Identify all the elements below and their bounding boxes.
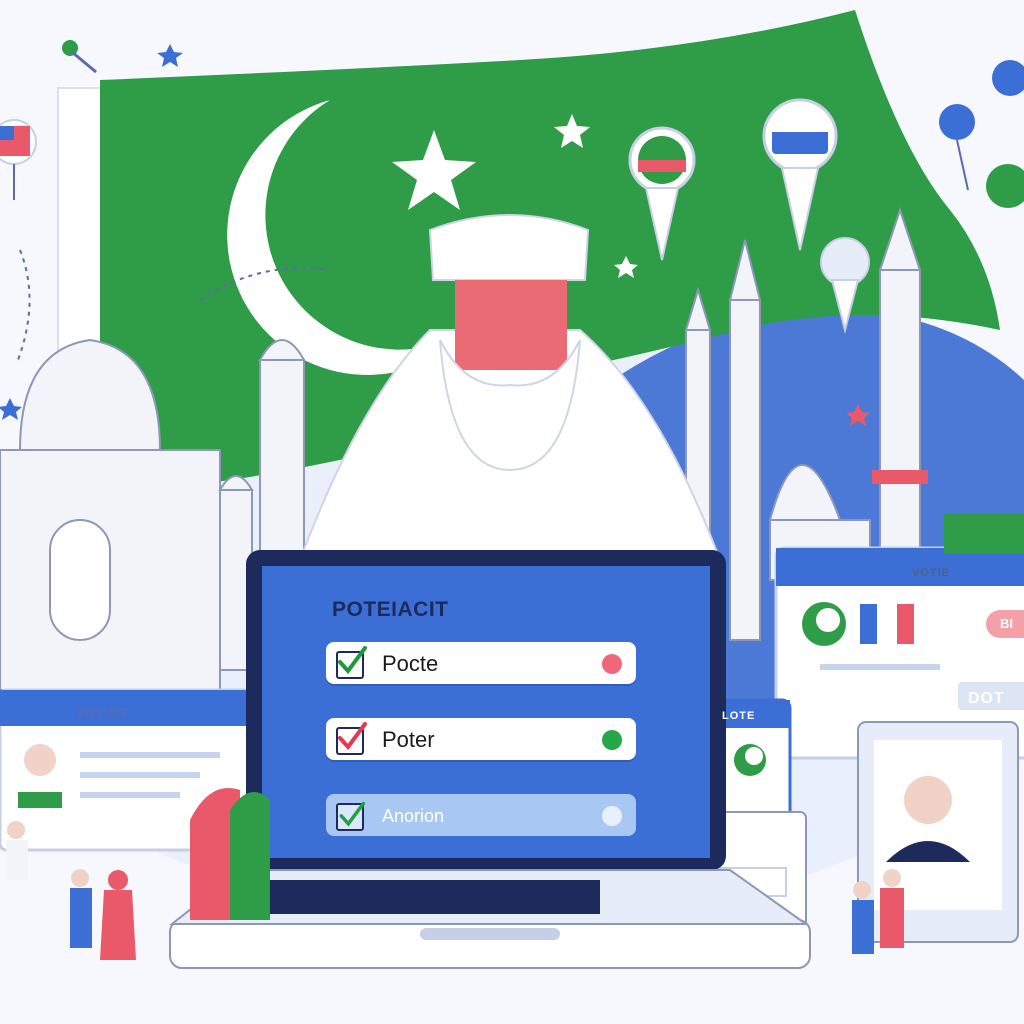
- option-row-1[interactable]: Pocte: [326, 642, 636, 684]
- right-panel-title: VOTIE: [912, 567, 951, 579]
- status-dot: [602, 730, 622, 750]
- option-label-2: Poter: [382, 727, 435, 752]
- right-panel-button[interactable]: DOT: [968, 690, 1005, 708]
- option-label-3: Anorion: [382, 806, 445, 826]
- checkmark-icon: [338, 722, 367, 751]
- option-label-1: Pocte: [382, 651, 439, 676]
- option-row-3[interactable]: Anorion: [326, 794, 636, 836]
- checkmark-icon: [339, 801, 366, 827]
- status-dot: [602, 654, 622, 674]
- checkmark-icon: [338, 646, 367, 675]
- status-dot: [602, 806, 622, 826]
- right-panel-pill[interactable]: BI: [1000, 616, 1013, 631]
- scene: POTEIACIT Pocte Poter Anorion VOTING VOT…: [0, 0, 1024, 1024]
- ballot-card-title: LOTE: [722, 710, 756, 722]
- option-row-2[interactable]: Poter: [326, 718, 636, 760]
- laptop-title: POTEIACIT: [332, 598, 449, 621]
- illustration: [0, 0, 1024, 1024]
- left-panel-title: VOTING: [76, 706, 129, 720]
